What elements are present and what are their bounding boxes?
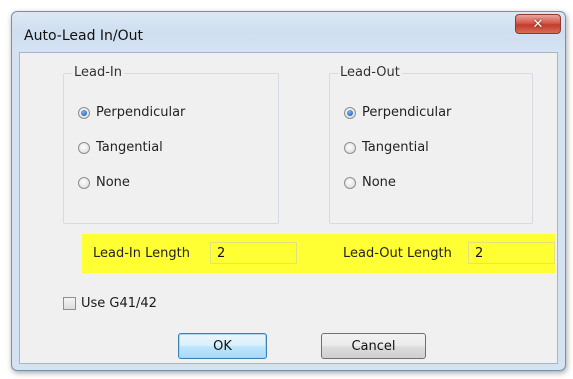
cancel-button[interactable]: Cancel: [321, 333, 426, 359]
radio-label: Tangential: [362, 140, 429, 155]
lead-in-length-label: Lead-In Length: [93, 246, 190, 261]
lead-in-legend: Lead-In: [72, 65, 124, 80]
use-g41-checkbox[interactable]: [63, 297, 76, 310]
ok-button[interactable]: OK: [178, 333, 267, 359]
lead-out-group: Lead-Out Perpendicular Tangential None: [329, 65, 533, 224]
lead-in-tangential-radio[interactable]: Tangential: [78, 140, 163, 155]
radio-label: Perpendicular: [362, 105, 452, 120]
dialog-window: Auto-Lead In/Out ✕ Lead-In Perpendicular…: [11, 11, 566, 371]
lead-out-legend: Lead-Out: [338, 65, 402, 80]
radio-label: None: [362, 175, 396, 190]
lead-out-tangential-radio[interactable]: Tangential: [344, 140, 429, 155]
radio-button[interactable]: [78, 106, 90, 119]
radio-button[interactable]: [78, 141, 90, 154]
dialog-title: Auto-Lead In/Out: [24, 28, 143, 44]
lead-out-perpendicular-radio[interactable]: Perpendicular: [344, 105, 451, 120]
dialog-client-area: Lead-In Perpendicular Tangential None Le…: [19, 52, 558, 364]
radio-button[interactable]: [344, 141, 356, 154]
use-g41-checkbox-row[interactable]: Use G41/42: [63, 296, 157, 311]
close-icon: ✕: [532, 16, 544, 32]
radio-button[interactable]: [344, 176, 356, 189]
radio-button[interactable]: [344, 106, 356, 119]
radio-label: Tangential: [96, 140, 163, 155]
radio-button[interactable]: [78, 176, 90, 189]
lead-in-none-radio[interactable]: None: [78, 175, 130, 190]
lead-in-perpendicular-radio[interactable]: Perpendicular: [78, 105, 185, 120]
radio-label: None: [96, 175, 130, 190]
lead-in-group: Lead-In Perpendicular Tangential None: [63, 65, 279, 224]
lead-out-length-input[interactable]: [468, 242, 555, 264]
use-g41-label: Use G41/42: [81, 296, 157, 311]
close-button[interactable]: ✕: [515, 14, 561, 34]
lead-in-length-input[interactable]: [210, 242, 297, 264]
radio-label: Perpendicular: [96, 105, 186, 120]
lead-out-length-label: Lead-Out Length: [343, 246, 452, 261]
lead-out-none-radio[interactable]: None: [344, 175, 396, 190]
